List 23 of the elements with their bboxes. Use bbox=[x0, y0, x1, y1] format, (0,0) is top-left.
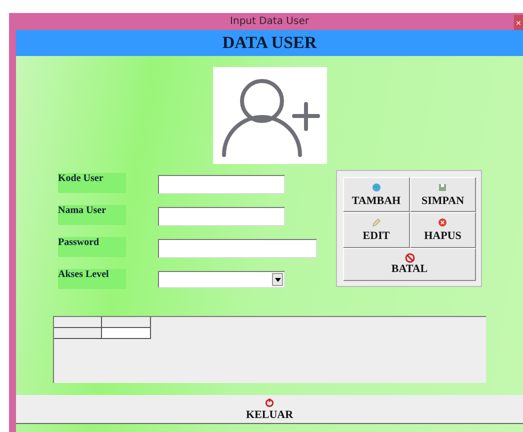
close-button[interactable]: × bbox=[514, 15, 523, 30]
action-button[interactable]: BATAL bbox=[343, 248, 476, 281]
field-label: Password bbox=[58, 237, 126, 257]
window-title: Input Data User bbox=[230, 16, 309, 27]
globe-icon bbox=[372, 182, 381, 192]
input-field[interactable] bbox=[158, 239, 317, 258]
save-icon bbox=[438, 182, 448, 192]
pencil-icon bbox=[372, 218, 381, 227]
power-icon bbox=[265, 398, 274, 406]
delete-icon bbox=[438, 218, 448, 227]
cancel-icon bbox=[404, 253, 414, 264]
input-field[interactable] bbox=[158, 207, 285, 226]
action-button[interactable]: TAMBAH bbox=[343, 177, 410, 212]
action-button[interactable]: SIMPAN bbox=[410, 177, 476, 212]
exit-button[interactable]: KELUAR bbox=[16, 395, 523, 424]
field-label: Akses Level bbox=[58, 269, 126, 289]
action-button[interactable]: HAPUS bbox=[410, 212, 476, 248]
input-field[interactable] bbox=[158, 175, 285, 194]
field-label: Nama User bbox=[58, 205, 126, 225]
field-label: Kode User bbox=[58, 173, 126, 193]
action-button[interactable]: EDIT bbox=[343, 212, 410, 248]
dropdown-field[interactable] bbox=[158, 271, 285, 288]
header-title: DATA USER bbox=[222, 33, 317, 53]
